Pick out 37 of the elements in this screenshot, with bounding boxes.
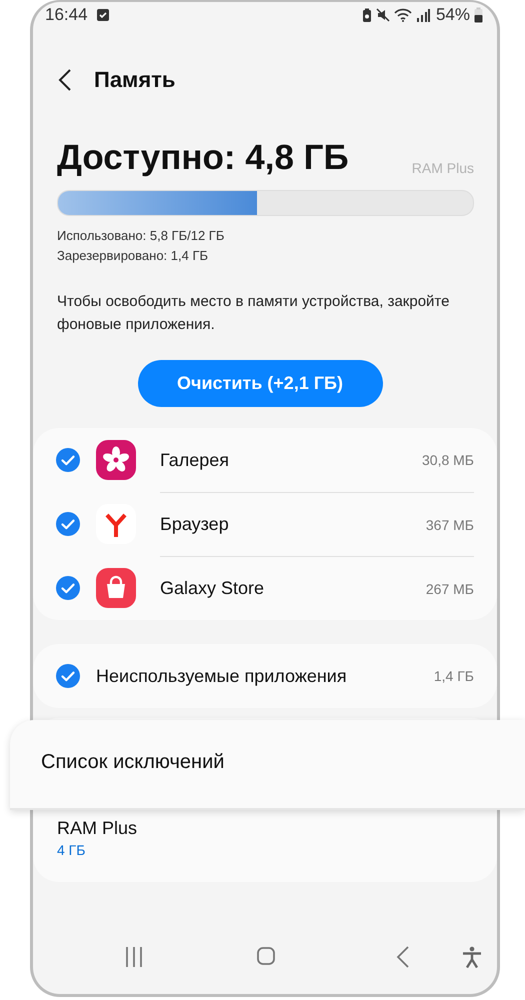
used-memory: Использовано: 5,8 ГБ/12 ГБ [56,227,226,245]
exclusion-list-label: Список исключений [41,750,224,774]
app-size: 30,8 МБ [422,452,474,468]
home-icon[interactable] [256,946,276,966]
clean-button[interactable]: Очистить (+2,1 ГБ) [138,360,382,407]
ram-plus-title[interactable]: RAM Plus [57,816,473,840]
reserved-memory: Зарезервировано: 1,4 ГБ [56,247,210,265]
unused-apps-size: 1,4 ГБ [434,668,474,684]
app-size: 267 МБ [426,580,474,596]
exclusion-list-item[interactable]: Список исключений [10,720,525,810]
accessibility-icon[interactable] [462,946,482,968]
app-name: Galaxy Store [160,578,264,599]
ram-plus-value: 4 ГБ [57,841,86,860]
status-time: 16:44 [45,5,88,25]
description: Чтобы освободить место в памяти устройства, закройте фоновые приложения. [56,292,450,335]
recent-apps-icon[interactable] [124,946,144,968]
ram-plus-label: RAM Plus [412,160,474,178]
wifi-icon [394,8,412,22]
mute-icon [376,8,390,22]
checkbox[interactable] [56,512,80,536]
app-size: 367 МБ [426,516,474,532]
battery-icon [474,7,483,23]
checkbox[interactable] [56,664,80,688]
available-memory: Доступно: 4,8 ГБ [57,137,349,179]
unused-apps-label: Неиспользуемые приложения [96,666,347,686]
app-name: Браузер [160,514,229,535]
battery-percent: 54% [436,5,470,25]
shopping-bag-icon [96,568,136,608]
checkbox[interactable] [56,576,80,600]
signal-icon [416,8,430,22]
back-icon[interactable] [58,69,72,91]
app-name: Галерея [160,450,230,470]
checkbox[interactable] [56,448,80,472]
notification-icon [96,8,110,22]
flower-icon [96,440,136,480]
page-title: Память [94,67,176,93]
battery-saver-icon [362,8,372,22]
